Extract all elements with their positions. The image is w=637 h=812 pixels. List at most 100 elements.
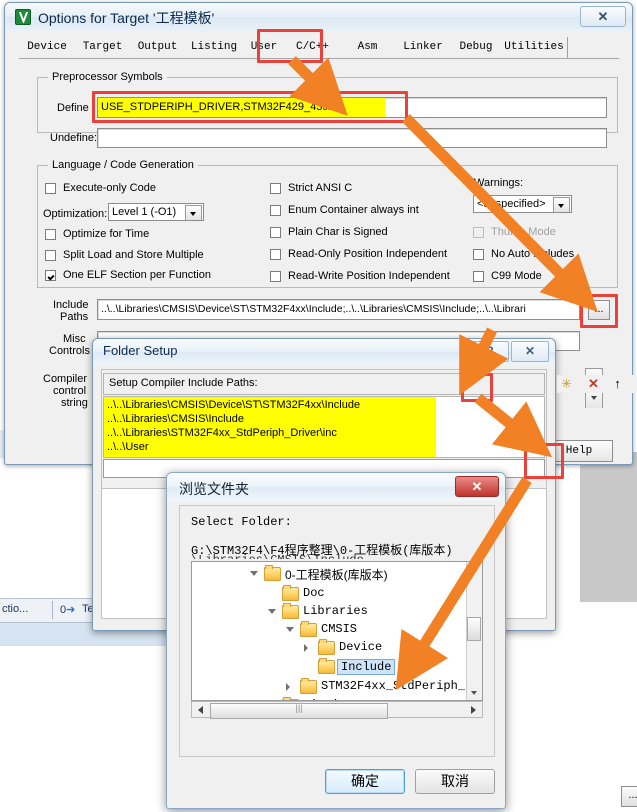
scroll-up-icon[interactable] — [467, 562, 481, 576]
tab-c-cpp[interactable]: C/C++ — [285, 37, 340, 59]
browse-folder-title-bar[interactable]: 浏览文件夹 ✕ — [167, 473, 505, 501]
preprocessor-legend: Preprocessor Symbols — [48, 71, 167, 83]
tab-target[interactable]: Target — [75, 37, 131, 59]
tab-listing[interactable]: Listing — [185, 37, 244, 59]
include-paths-browse-button[interactable]: ... — [588, 300, 610, 320]
split-load-and-store-multiple-checkbox[interactable] — [45, 250, 56, 261]
tab-output[interactable]: Output — [130, 37, 186, 59]
one-elf-section-per-function-checkbox[interactable] — [45, 270, 56, 281]
thumb-mode-label: Thumb Mode — [491, 226, 556, 238]
tab-device[interactable]: Device — [19, 37, 76, 59]
list-item[interactable]: ..\..\Libraries\CMSIS\Device\ST\STM32F4x… — [107, 399, 360, 411]
scrollbar-thumb[interactable] — [467, 617, 481, 641]
compiler-control-label-line3: string — [61, 397, 88, 409]
list-item[interactable]: ..\..\User — [107, 441, 149, 453]
tree-item-label: 0-工程模板(库版本) — [285, 568, 388, 582]
read-write-position-independent-checkbox[interactable] — [270, 271, 281, 282]
chevron-down-icon[interactable] — [268, 609, 276, 614]
tree-item-label: CMSIS — [321, 622, 358, 636]
folder-setup-title: Folder Setup — [103, 343, 178, 358]
folder-tree-horizontal-scrollbar[interactable] — [191, 701, 483, 719]
no-auto-includes-checkbox[interactable] — [473, 249, 484, 260]
optimize-for-time-label: Optimize for Time — [63, 228, 150, 240]
folder-icon — [282, 603, 299, 619]
compiler-control-label-line2: control — [53, 385, 87, 397]
thumb-mode-checkbox — [473, 227, 484, 238]
include-paths-input[interactable]: ..\..\Libraries\CMSIS\Device\ST\STM32F4x… — [97, 299, 580, 320]
include-paths-label-line2: Paths — [60, 311, 89, 323]
close-icon[interactable]: ✕ — [580, 6, 626, 27]
define-label: Define — [57, 102, 89, 114]
c99-mode-label: C99 Mode — [491, 270, 542, 282]
folder-tree[interactable]: 0-工程模板(库版本) Doc Libraries CMSIS Device I… — [191, 561, 483, 701]
optimization-value: Level 1 (-O1) — [112, 206, 177, 218]
chevron-down-icon[interactable] — [286, 627, 294, 632]
options-dialog-title: Options for Target '工程模板' — [38, 10, 215, 26]
chevron-right-icon[interactable] — [286, 683, 290, 691]
background-tab-1[interactable]: ctio... — [2, 603, 28, 615]
folder-icon — [300, 678, 317, 694]
tab-utilities[interactable]: Utilities — [501, 37, 568, 59]
tab-user[interactable]: User — [243, 37, 286, 59]
close-icon[interactable]: ✕ — [511, 341, 549, 362]
tree-item-label: Include — [337, 659, 396, 675]
tab-linker[interactable]: Linker — [395, 37, 452, 59]
enum-container-always-int-label: Enum Container always int — [288, 204, 419, 216]
cancel-button[interactable]: 取消 — [415, 769, 495, 794]
move-up-icon[interactable]: ↑ — [608, 375, 627, 393]
folder-setup-title-bar[interactable]: Folder Setup ? ✕ — [93, 339, 555, 365]
close-icon[interactable]: ✕ — [455, 476, 499, 497]
strict-ansi-c-label: Strict ANSI C — [288, 182, 353, 194]
tree-item-label: Doc — [303, 586, 325, 600]
scroll-right-icon[interactable] — [467, 703, 480, 716]
list-item[interactable]: ..\..\Libraries\STM32F4xx_StdPeriph_Driv… — [107, 427, 337, 439]
read-only-position-independent-label: Read-Only Position Independent — [288, 248, 447, 260]
define-input[interactable]: USE_STDPERIPH_DRIVER,STM32F429_439xx, — [97, 97, 607, 118]
no-auto-includes-label: No Auto Includes — [491, 248, 575, 260]
background-tab-2-icon: 0➜ — [60, 604, 76, 616]
c99-mode-checkbox[interactable] — [473, 271, 484, 282]
misc-controls-label-line1: Misc — [63, 333, 86, 345]
read-only-position-independent-checkbox[interactable] — [270, 249, 281, 260]
chevron-down-icon[interactable] — [185, 205, 202, 220]
scrollbar-thumb[interactable] — [210, 703, 388, 719]
chevron-down-icon[interactable] — [553, 197, 570, 212]
delete-path-icon[interactable]: ✕ — [584, 375, 603, 393]
keil-uvision-icon — [15, 9, 31, 25]
undefine-input[interactable] — [97, 128, 607, 148]
folder-tree-vertical-scrollbar[interactable] — [466, 562, 482, 700]
language-legend: Language / Code Generation — [48, 159, 198, 171]
browse-folder-title: 浏览文件夹 — [179, 481, 249, 497]
include-paths-list[interactable]: ..\..\Libraries\CMSIS\Device\ST\STM32F4x… — [103, 396, 545, 458]
list-item[interactable]: ..\..\Libraries\CMSIS\Include — [107, 413, 244, 425]
help-icon[interactable]: ? — [471, 341, 509, 362]
options-title-bar[interactable]: Options for Target '工程模板' ✕ — [5, 3, 632, 31]
optimize-for-time-checkbox[interactable] — [45, 229, 56, 240]
split-load-and-store-multiple-label: Split Load and Store Multiple — [63, 249, 204, 261]
warnings-label: Warnings: — [474, 177, 524, 189]
new-path-icon[interactable]: ✳ — [557, 375, 576, 393]
chevron-down-icon[interactable] — [250, 571, 258, 576]
tab-debug[interactable]: Debug — [451, 37, 502, 59]
enum-container-always-int-checkbox[interactable] — [270, 205, 281, 216]
scroll-left-icon[interactable] — [194, 703, 207, 716]
options-tab-bar[interactable]: Device Target Output Listing User C/C++ … — [19, 37, 619, 59]
scroll-down-icon[interactable] — [467, 686, 481, 700]
folder-setup-browse-button[interactable]: ... — [621, 786, 637, 807]
folder-icon — [282, 585, 299, 601]
folder-icon — [318, 639, 335, 655]
plain-char-is-signed-checkbox[interactable] — [270, 227, 281, 238]
move-down-icon[interactable]: ↓ — [631, 375, 637, 393]
ok-button[interactable]: 确定 — [325, 769, 405, 794]
chevron-right-icon[interactable] — [304, 644, 308, 652]
execute-only-code-checkbox[interactable] — [45, 183, 56, 194]
include-paths-label-line1: Include — [53, 299, 89, 311]
undefine-label: Undefine: — [50, 132, 98, 144]
tab-asm[interactable]: Asm — [340, 37, 396, 59]
compiler-control-label-line1: Compiler — [43, 373, 88, 385]
warnings-select[interactable]: <unspecified> — [473, 195, 572, 213]
folder-icon — [300, 621, 317, 637]
optimization-select[interactable]: Level 1 (-O1) — [108, 203, 204, 221]
tab-underline — [19, 58, 619, 59]
strict-ansi-c-checkbox[interactable] — [270, 183, 281, 194]
